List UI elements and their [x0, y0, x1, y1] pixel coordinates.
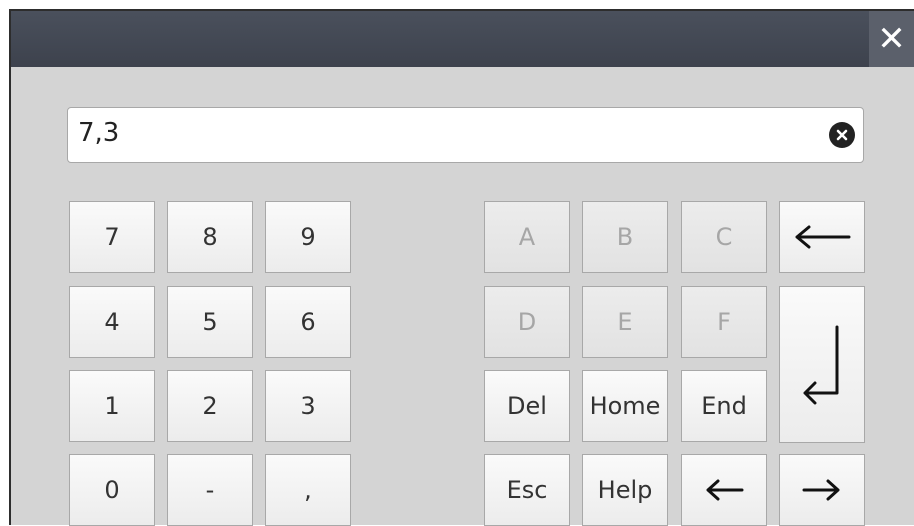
esc-button[interactable]: Esc: [484, 454, 570, 526]
key-2[interactable]: 2: [167, 370, 253, 442]
title-bar: ✕: [11, 11, 914, 67]
numeric-keypad-dialog: ✕ 7,3 7 8 9 4 5 6 1 2 3 0 - , A B C D E …: [9, 9, 914, 526]
enter-button[interactable]: [779, 286, 865, 443]
home-button[interactable]: Home: [582, 370, 668, 442]
key-6[interactable]: 6: [265, 286, 351, 358]
key-3[interactable]: 3: [265, 370, 351, 442]
key-7[interactable]: 7: [69, 201, 155, 273]
help-button[interactable]: Help: [582, 454, 668, 526]
backspace-arrow-icon: [795, 225, 851, 249]
value-input[interactable]: 7,3: [67, 107, 864, 163]
close-icon: ✕: [877, 19, 906, 59]
key-e: E: [582, 286, 668, 358]
backspace-button[interactable]: [779, 201, 865, 273]
close-button[interactable]: ✕: [869, 11, 914, 67]
arrow-left-icon: [706, 479, 744, 501]
key-minus[interactable]: -: [167, 454, 253, 526]
clear-input-button[interactable]: [829, 122, 855, 148]
key-9[interactable]: 9: [265, 201, 351, 273]
del-button[interactable]: Del: [484, 370, 570, 442]
cursor-left-button[interactable]: [681, 454, 767, 526]
key-comma[interactable]: ,: [265, 454, 351, 526]
cursor-right-button[interactable]: [779, 454, 865, 526]
key-5[interactable]: 5: [167, 286, 253, 358]
value-text: 7,3: [78, 118, 120, 148]
key-1[interactable]: 1: [69, 370, 155, 442]
enter-return-icon: [803, 325, 839, 404]
key-8[interactable]: 8: [167, 201, 253, 273]
clear-x-icon: [836, 129, 848, 141]
key-c: C: [681, 201, 767, 273]
end-button[interactable]: End: [681, 370, 767, 442]
key-0[interactable]: 0: [69, 454, 155, 526]
key-a: A: [484, 201, 570, 273]
key-f: F: [681, 286, 767, 358]
arrow-right-icon: [802, 479, 840, 501]
key-4[interactable]: 4: [69, 286, 155, 358]
key-b: B: [582, 201, 668, 273]
key-d: D: [484, 286, 570, 358]
